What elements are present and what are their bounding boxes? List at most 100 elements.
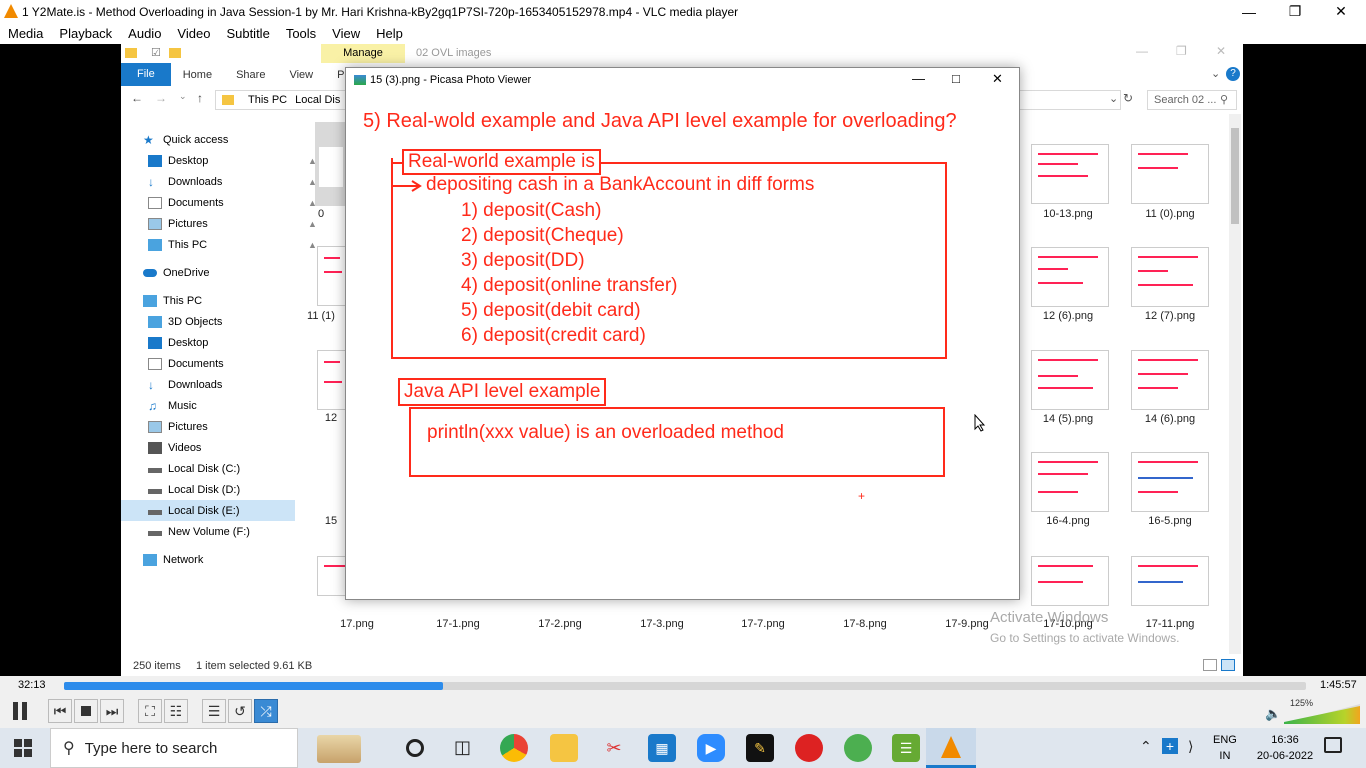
menu-help[interactable]: Help	[368, 26, 411, 41]
search-box[interactable]: Search 02 ... ⚲	[1147, 90, 1237, 110]
menu-subtitle[interactable]: Subtitle	[218, 26, 277, 41]
zoom-icon[interactable]: ▶	[697, 734, 725, 762]
stop-icon[interactable]	[74, 699, 98, 723]
new-folder-icon[interactable]	[169, 48, 181, 58]
arrow-icon	[391, 158, 422, 192]
picasa-close-button[interactable]: ✕	[992, 71, 1003, 87]
seek-bar[interactable]	[64, 682, 1306, 690]
notepad-plus-icon[interactable]: ☰	[892, 734, 920, 762]
file-thumbnail[interactable]	[317, 350, 347, 410]
tab-view[interactable]: View	[277, 69, 325, 81]
explorer-minimize-button[interactable]: —	[1136, 44, 1148, 58]
pause-icon[interactable]	[6, 699, 34, 723]
activate-windows-subtitle: Go to Settings to activate Windows.	[990, 631, 1180, 645]
sticky-notes-icon[interactable]: ✎	[746, 734, 774, 762]
recent-chevron-icon[interactable]: ⌄	[179, 91, 187, 102]
file-name: 17.png	[340, 618, 374, 630]
help-icon[interactable]: ?	[1226, 67, 1240, 81]
screen-recorder-icon[interactable]	[795, 734, 823, 762]
menu-playback[interactable]: Playback	[51, 26, 120, 41]
file-name: 14 (6).png	[1144, 413, 1196, 425]
loop-icon[interactable]: ↺	[228, 699, 252, 723]
file-thumbnail[interactable]	[1031, 452, 1109, 512]
checkmark-icon[interactable]: ☑	[151, 46, 161, 59]
notification-icon[interactable]	[1324, 737, 1342, 753]
minimize-button[interactable]: —	[1226, 0, 1272, 23]
picasa-title-bar: 15 (3).png - Picasa Photo Viewer — □ ✕	[346, 68, 1019, 92]
chrome-icon[interactable]	[500, 734, 528, 762]
file-thumbnail[interactable]	[1131, 247, 1209, 307]
status-item-count: 250 items	[133, 660, 181, 672]
back-arrow-icon[interactable]: ←	[131, 91, 143, 105]
store-icon[interactable]: ▦	[648, 734, 676, 762]
forward-arrow-icon[interactable]: →	[155, 91, 167, 105]
file-explorer-icon[interactable]	[550, 734, 578, 762]
file-thumbnail[interactable]	[1031, 247, 1109, 307]
previous-icon[interactable]: ⏮	[48, 699, 72, 723]
picasa-maximize-button[interactable]: □	[952, 71, 960, 86]
tab-file[interactable]: File	[121, 63, 171, 86]
details-view-icon[interactable]	[1203, 659, 1217, 671]
playlist-icon[interactable]: ☰	[202, 699, 226, 723]
address-this-pc[interactable]: This PC	[248, 94, 287, 106]
fullscreen-icon[interactable]: ⛶	[138, 699, 162, 723]
scrollbar-thumb[interactable]	[1231, 128, 1239, 224]
tab-share[interactable]: Share	[224, 69, 277, 81]
menu-view[interactable]: View	[324, 26, 368, 41]
explorer-close-button[interactable]: ✕	[1216, 44, 1226, 58]
speaker-icon[interactable]: 🔈	[1265, 706, 1281, 722]
add-icon[interactable]: +	[1162, 738, 1178, 754]
file-thumbnail[interactable]	[1031, 556, 1109, 606]
menu-media[interactable]: Media	[0, 26, 51, 41]
maximize-button[interactable]: ❐	[1272, 0, 1318, 23]
vertical-scrollbar[interactable]	[1229, 114, 1241, 654]
close-button[interactable]: ✕	[1318, 0, 1364, 23]
file-thumbnail[interactable]	[317, 246, 347, 306]
ribbon-context-tab[interactable]: Manage	[321, 44, 405, 63]
task-view-icon[interactable]: ◫	[454, 737, 471, 758]
wifi-icon[interactable]: ⟩	[1188, 738, 1193, 755]
address-dropdown-icon[interactable]: ⌄	[1109, 92, 1118, 105]
shuffle-icon[interactable]: ⤮	[254, 699, 278, 723]
file-name: 16-4.png	[1046, 515, 1090, 527]
next-icon[interactable]: ⏭	[100, 699, 124, 723]
file-thumbnail[interactable]	[1131, 452, 1209, 512]
file-thumbnail[interactable]	[1131, 556, 1209, 606]
show-hidden-icons-icon[interactable]: ⌃	[1140, 738, 1152, 755]
file-thumbnail[interactable]	[1131, 350, 1209, 410]
picasa-minimize-button[interactable]: —	[912, 71, 925, 86]
address-folder-icon	[222, 95, 234, 105]
menu-video[interactable]: Video	[169, 26, 218, 41]
refresh-icon[interactable]: ↻	[1123, 91, 1133, 105]
file-thumbnail[interactable]	[315, 122, 345, 206]
clock[interactable]: 16:36 20-06-2022	[1256, 732, 1314, 764]
file-thumbnail[interactable]	[1031, 350, 1109, 410]
address-local-disk[interactable]: Local Dis	[295, 94, 340, 106]
volume-slider[interactable]	[1284, 704, 1360, 724]
menu-tools[interactable]: Tools	[278, 26, 324, 41]
taskbar-search-box[interactable]: ⚲ Type here to search	[50, 728, 361, 768]
explorer-title-bar: ☑ Manage 02 OVL images — ❐ ✕	[121, 44, 1243, 63]
menu-audio[interactable]: Audio	[120, 26, 169, 41]
java-api-label: Java API level example	[398, 378, 607, 406]
tab-home[interactable]: Home	[171, 69, 224, 81]
chevron-down-icon[interactable]: ⌄	[1211, 67, 1220, 80]
language-indicator[interactable]: ENG IN	[1213, 732, 1237, 764]
file-thumbnail[interactable]	[1031, 144, 1109, 204]
file-thumbnail[interactable]	[1131, 144, 1209, 204]
file-name: 11 (0).png	[1145, 208, 1195, 220]
snipping-tool-icon[interactable]: ✂	[600, 734, 628, 762]
file-name: 16-5.png	[1148, 515, 1192, 527]
large-icons-view-icon[interactable]	[1221, 659, 1235, 671]
edge-icon[interactable]	[844, 734, 872, 762]
windows-start-icon[interactable]	[14, 739, 32, 757]
vlc-taskbar-icon[interactable]	[926, 728, 976, 768]
cortana-icon[interactable]	[406, 739, 424, 757]
explorer-maximize-button[interactable]: ❐	[1176, 44, 1187, 58]
mouse-pointer-icon	[974, 414, 986, 432]
seek-row: 32:13 1:45:57	[0, 676, 1366, 696]
real-world-label: Real-world example is	[402, 149, 601, 175]
up-arrow-icon[interactable]: ↑	[197, 91, 203, 105]
taskbar-search-placeholder: Type here to search	[84, 739, 218, 757]
extended-settings-icon[interactable]: ☷	[164, 699, 188, 723]
